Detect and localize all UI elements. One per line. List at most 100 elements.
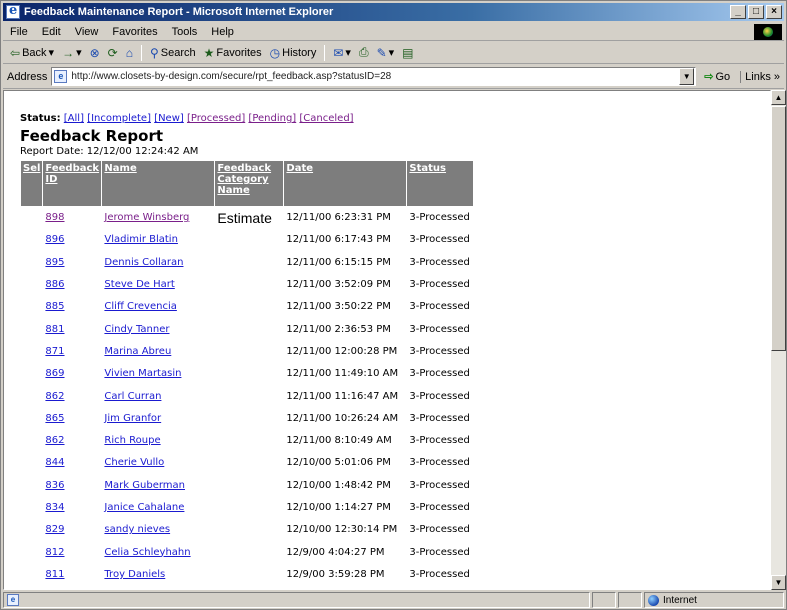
filter-incomplete-link[interactable]: [Incomplete]	[87, 113, 151, 124]
feedback-id-link[interactable]: 895	[45, 257, 64, 268]
vertical-scrollbar[interactable]: ▲ ▼	[771, 90, 786, 590]
menu-help[interactable]: Help	[204, 26, 241, 38]
back-button[interactable]: ⇦ Back ▾	[7, 46, 57, 60]
sel-cell	[21, 408, 42, 429]
column-header-status[interactable]: Status	[407, 161, 474, 206]
category-cell	[215, 452, 283, 473]
stop-button[interactable]: ⊗	[87, 46, 103, 60]
filter-pending-link[interactable]: [Pending]	[248, 113, 296, 124]
title-bar[interactable]: Feedback Maintenance Report - Microsoft …	[3, 3, 784, 21]
chevron-down-icon[interactable]: ▾	[389, 46, 395, 59]
column-header-feedback-id[interactable]: Feedback ID	[43, 161, 102, 206]
date-cell: 12/11/00 6:17:43 PM	[286, 234, 391, 246]
filter-all-link[interactable]: [All]	[64, 113, 84, 124]
feedback-id-link[interactable]: 865	[45, 413, 64, 424]
customer-name-link[interactable]: Cliff Crevencia	[104, 301, 176, 312]
column-header-name[interactable]: Name	[102, 161, 215, 206]
customer-name-link[interactable]: Cindy Tanner	[104, 324, 169, 335]
close-button[interactable]: ×	[766, 5, 782, 19]
print-button[interactable]: ⎙	[356, 45, 372, 60]
filter-canceled-link[interactable]: [Canceled]	[299, 113, 353, 124]
report-date: Report Date: 12/12/00 12:24:42 AM	[20, 146, 199, 157]
feedback-id-link[interactable]: 898	[45, 212, 64, 223]
category-cell	[215, 430, 283, 451]
filter-processed-link[interactable]: [Processed]	[187, 113, 245, 124]
name-cell: Vivien Martasin	[102, 363, 214, 384]
feedback-id-link[interactable]: 862	[45, 391, 64, 402]
filter-new-link[interactable]: [New]	[154, 113, 184, 124]
sel-cell	[21, 296, 42, 317]
date-cell: 12/11/00 6:15:15 PM	[286, 256, 391, 268]
links-button[interactable]: Links »	[740, 70, 784, 83]
customer-name-link[interactable]: Cherie Vullo	[104, 457, 164, 468]
feedback-id-link[interactable]: 811	[45, 569, 64, 580]
column-header-sel[interactable]: Sel	[21, 161, 43, 206]
scroll-thumb[interactable]	[771, 106, 786, 351]
category-cell	[215, 252, 283, 273]
go-button[interactable]: ⇨ Go	[700, 70, 734, 84]
menu-favorites[interactable]: Favorites	[105, 26, 164, 38]
feedback-id-link[interactable]: 896	[45, 234, 64, 245]
edit-button[interactable]: ✎ ▾	[374, 46, 398, 60]
feedback-id-link[interactable]: 886	[45, 279, 64, 290]
customer-name-link[interactable]: Celia Schleyhahn	[104, 547, 190, 558]
status-cell: 3-Processed	[409, 234, 470, 246]
customer-name-link[interactable]: Steve De Hart	[104, 279, 174, 290]
customer-name-link[interactable]: Janice Cahalane	[104, 502, 184, 513]
feedback-id-link[interactable]: 871	[45, 346, 64, 357]
customer-name-link[interactable]: Marina Abreu	[104, 346, 171, 357]
sel-cell	[21, 274, 42, 295]
feedback-id-link[interactable]: 844	[45, 457, 64, 468]
status-filter-line: Status: [All] [Incomplete] [New] [Proces…	[20, 113, 474, 124]
customer-name-link[interactable]: Jerome Winsberg	[104, 212, 189, 223]
scroll-down-button[interactable]: ▼	[771, 575, 786, 590]
favorites-label: Favorites	[216, 46, 262, 59]
refresh-button[interactable]: ⟳	[105, 46, 121, 60]
chevron-down-icon[interactable]: ▾	[49, 46, 55, 59]
customer-name-link[interactable]: Mark Guberman	[104, 480, 185, 491]
feedback-id-link[interactable]: 881	[45, 324, 64, 335]
column-header-date[interactable]: Date	[284, 161, 407, 206]
feedback-id-link[interactable]: 812	[45, 547, 64, 558]
customer-name-link[interactable]: Troy Daniels	[104, 569, 165, 580]
status-filter-label: Status:	[20, 113, 61, 124]
chevron-down-icon[interactable]: ▾	[345, 46, 351, 59]
category-cell	[215, 296, 283, 317]
customer-name-link[interactable]: Dennis Collaran	[104, 257, 183, 268]
scroll-up-button[interactable]: ▲	[771, 90, 786, 105]
table-row: 886 Steve De Hart 12/11/00 3:52:09 PM 3-Pro…	[21, 274, 473, 295]
home-button[interactable]: ⌂	[123, 46, 136, 60]
sel-cell	[21, 564, 42, 585]
minimize-button[interactable]: _	[730, 5, 746, 19]
feedback-id-link[interactable]: 869	[45, 368, 64, 379]
menu-file[interactable]: File	[3, 26, 35, 38]
address-input[interactable]: e http://www.closets-by-design.com/secur…	[51, 67, 697, 86]
favorites-button[interactable]: ★ Favorites	[201, 46, 265, 60]
customer-name-link[interactable]: sandy nieves	[104, 524, 170, 535]
chevron-down-icon[interactable]: ▾	[76, 46, 82, 59]
forward-button[interactable]: → ▾	[59, 46, 85, 60]
column-header-category[interactable]: Feedback Category Name	[215, 161, 284, 206]
customer-name-link[interactable]: Carl Curran	[104, 391, 161, 402]
discuss-button[interactable]: ▤	[399, 46, 416, 60]
customer-name-link[interactable]: Vivien Martasin	[104, 368, 181, 379]
customer-name-link[interactable]: Jim Granfor	[104, 413, 161, 424]
feedback-id-cell: 881	[43, 318, 101, 339]
menu-tools[interactable]: Tools	[165, 26, 205, 38]
customer-name-link[interactable]: Rich Roupe	[104, 435, 160, 446]
search-button[interactable]: ⚲ Search	[147, 46, 199, 60]
feedback-id-link[interactable]: 862	[45, 435, 64, 446]
menu-edit[interactable]: Edit	[35, 26, 68, 38]
feedback-id-link[interactable]: 829	[45, 524, 64, 535]
name-cell: Lucas Castro	[102, 586, 214, 589]
maximize-button[interactable]: □	[748, 5, 764, 19]
customer-name-link[interactable]: Vladimir Blatin	[104, 234, 178, 245]
history-button[interactable]: ◷ History	[267, 46, 320, 60]
feedback-id-link[interactable]: 836	[45, 480, 64, 491]
feedback-id-link[interactable]: 885	[45, 301, 64, 312]
menu-view[interactable]: View	[68, 26, 106, 38]
address-dropdown-button[interactable]: ▼	[679, 68, 695, 85]
status-cell: 3-Processed	[409, 368, 470, 380]
mail-button[interactable]: ✉ ▾	[330, 46, 354, 60]
feedback-id-link[interactable]: 834	[45, 502, 64, 513]
